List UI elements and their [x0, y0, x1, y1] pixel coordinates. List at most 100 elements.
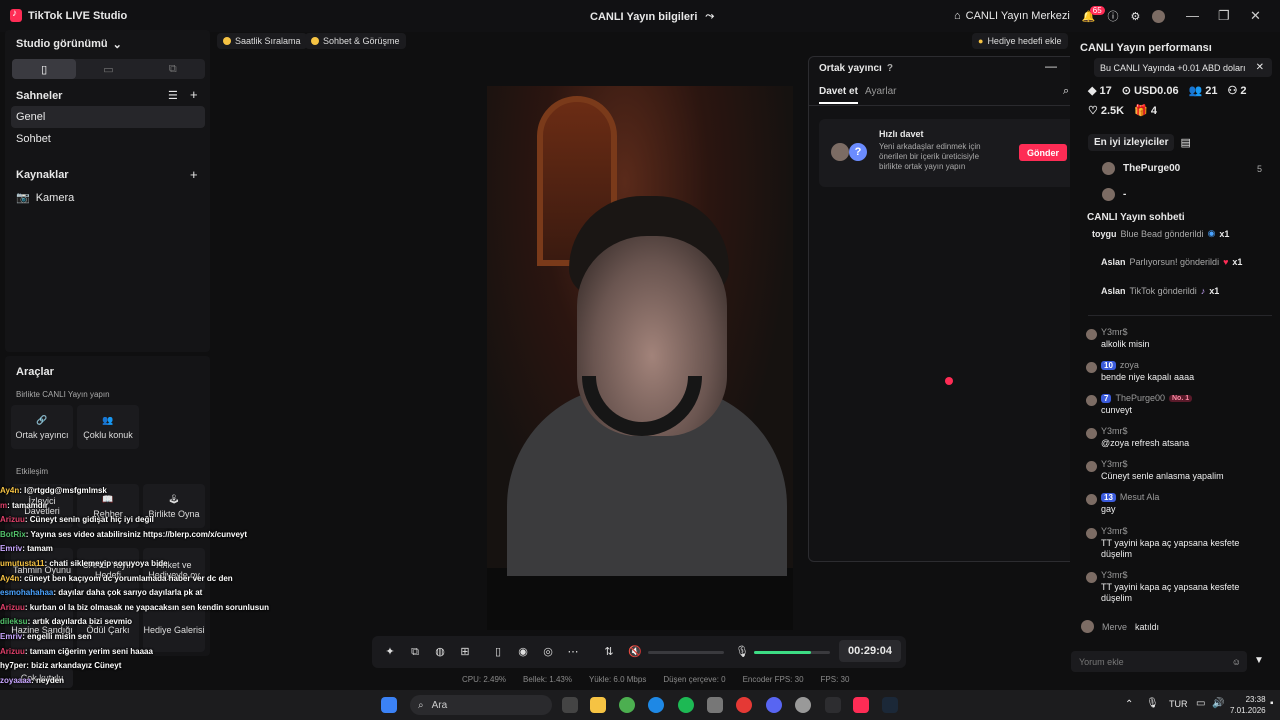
emoji-icon[interactable]: ☺ — [1232, 657, 1241, 667]
overlay-chat-user: hy7per — [0, 661, 27, 671]
opera-icon[interactable] — [736, 697, 752, 713]
studio-view-dropdown[interactable]: Studio görünümü ⌄ — [16, 38, 122, 51]
help-icon[interactable]: ? — [887, 63, 893, 74]
chat-message[interactable]: Y3mr$ TT yayini kapa aç yapsana kesfete d… — [1086, 526, 1256, 560]
live-info-button[interactable]: CANLI Yayın bilgileri ⤳ — [590, 10, 714, 23]
magic-wand-icon[interactable]: ✦ — [384, 646, 396, 658]
send-button[interactable]: Gönder — [1019, 144, 1067, 161]
effects-icon[interactable]: ⧉ — [409, 646, 421, 658]
taskbar-search[interactable]: ⌕ Ara — [410, 695, 552, 715]
speaker-volume-slider[interactable] — [648, 651, 724, 654]
gift-event: Aslan TikTok gönderildi ♪ x1 — [1101, 286, 1219, 296]
top-viewers-tab[interactable]: En iyi izleyiciler — [1088, 134, 1175, 151]
network-icon[interactable]: ▭ — [1196, 698, 1205, 709]
dropped-frames-status: Düşen çerçeve: 0 — [663, 675, 726, 684]
flame-icon — [311, 37, 319, 45]
top-viewer-row[interactable]: ThePurge00 5 — [1102, 162, 1262, 175]
gift-goal-pill[interactable]: ● Hediye hedefi ekle — [972, 33, 1068, 49]
interaction-title: Etkileşim — [16, 467, 49, 476]
avatar[interactable] — [1152, 9, 1166, 23]
help-icon[interactable]: ⓘ — [1108, 8, 1119, 24]
spotify-icon[interactable] — [678, 697, 694, 713]
microphone-icon[interactable]: 🎙 — [735, 646, 749, 658]
clock[interactable]: 23:38 7.01.2026 — [1230, 694, 1266, 716]
beauty-icon[interactable]: ◍ — [434, 646, 446, 658]
list-icon[interactable]: ☰ — [168, 89, 178, 102]
top-viewer-row[interactable]: - — [1102, 188, 1126, 201]
chat-message[interactable]: 13 Mesut Ala gay — [1086, 492, 1256, 515]
microphone-tray-icon[interactable]: 🎙 — [1146, 698, 1159, 709]
source-item-camera[interactable]: 📷 Kamera — [16, 191, 74, 205]
chrome-icon[interactable] — [619, 697, 635, 713]
add-media-icon[interactable]: ⊞ — [459, 646, 471, 658]
more-icon[interactable]: ⋯ — [567, 646, 579, 658]
steam-icon[interactable] — [882, 697, 898, 713]
scene-label: Genel — [16, 111, 46, 123]
avatar — [1086, 428, 1097, 439]
portrait-layout-button[interactable]: ▯ — [12, 59, 77, 79]
hourly-rank-pill[interactable]: Saatlik Sıralama — [217, 33, 307, 49]
chat-message[interactable]: Y3mr$ @zoya refresh atsana — [1086, 426, 1256, 449]
edge-icon[interactable] — [648, 697, 664, 713]
chevron-up-icon[interactable]: ⌃ — [1125, 699, 1133, 710]
leaderboard-icon[interactable]: ▤ — [1180, 136, 1190, 149]
scene-item-sohbet[interactable]: Sohbet — [11, 128, 205, 150]
close-icon[interactable]: ✕ — [1256, 62, 1264, 73]
audio-mixer-icon[interactable]: ⇅ — [603, 646, 615, 658]
app-icon[interactable] — [707, 697, 723, 713]
chat-message[interactable]: 10 zoya bende niye kapalı aaaa — [1086, 360, 1256, 383]
minimize-icon[interactable]: — — [1045, 59, 1057, 73]
gear-icon[interactable]: ⚙ — [1131, 10, 1141, 23]
live-together-title: Birlikte CANLI Yayın yapın — [16, 390, 110, 399]
chat-message[interactable]: Y3mr$ TT yayini kapa aç yapsana kesfete d… — [1086, 570, 1256, 604]
close-icon[interactable]: ✕ — [1250, 8, 1261, 24]
tab-invite[interactable]: Davet et — [819, 86, 858, 104]
add-scene-icon[interactable]: + — [190, 87, 198, 102]
level-badge: 7 — [1101, 393, 1112, 403]
filter-icon[interactable]: ▼ — [1254, 655, 1264, 666]
overlay-chat-user: umutusta11 — [0, 558, 45, 568]
avatar — [1086, 329, 1097, 340]
multi-guest-tool-button[interactable]: 👥 Çoklu konuk — [77, 405, 139, 449]
chat-meet-pill[interactable]: Sohbet & Görüşme — [305, 33, 406, 49]
chat-message[interactable]: 7 ThePurge00 No. 1 cunveyt — [1086, 393, 1256, 416]
speaker-muted-icon[interactable]: 🔇 — [628, 646, 642, 658]
windows-start-icon[interactable] — [381, 697, 397, 713]
task-view-icon[interactable] — [562, 697, 578, 713]
join-event: Merve katıldı — [1081, 620, 1159, 633]
overlay-chat-user: Emriv — [0, 544, 23, 554]
settings-app-icon[interactable] — [795, 697, 811, 713]
tool-label: Ortak yayıncı — [15, 429, 69, 440]
users-icon: 👥 — [102, 414, 114, 425]
search-icon[interactable]: ⌕ — [1063, 85, 1069, 98]
language-indicator[interactable]: TUR — [1169, 699, 1188, 709]
volume-icon[interactable]: 🔊 — [1212, 698, 1224, 709]
notification-center-icon[interactable]: ▪ — [1270, 698, 1274, 709]
mic-volume-slider[interactable] — [754, 651, 830, 654]
chat-message[interactable]: Y3mr$ alkolik misin — [1086, 327, 1256, 350]
camera-switch-icon[interactable]: ◎ — [542, 646, 554, 658]
gift-icon: ◉ — [1207, 228, 1216, 238]
record-icon[interactable]: ◉ — [517, 646, 529, 658]
stat-value: 17 — [1099, 84, 1112, 97]
file-explorer-icon[interactable] — [590, 697, 606, 713]
notification-button[interactable]: 🔔 65 — [1082, 5, 1105, 23]
home-icon: ⌂ — [954, 10, 961, 22]
scenes-title: Sahneler — [16, 90, 63, 102]
tiktok-studio-taskbar-icon[interactable] — [853, 697, 869, 713]
live-center-button[interactable]: ⌂ CANLI Yayın Merkezi — [954, 10, 1070, 22]
scene-item-genel[interactable]: Genel — [11, 106, 205, 128]
landscape-layout-button[interactable]: ▭ — [76, 59, 140, 79]
maximize-icon[interactable]: ❐ — [1218, 8, 1230, 24]
stat-value: 21 — [1205, 84, 1218, 97]
tab-settings[interactable]: Ayarlar — [865, 86, 897, 97]
chat-message[interactable]: Y3mr$ Cüneyt senle anlasma yapalim — [1086, 459, 1256, 482]
terminal-icon[interactable] — [825, 697, 841, 713]
minimize-icon[interactable]: — — [1186, 8, 1199, 23]
phone-icon[interactable]: ▯ — [492, 646, 504, 658]
multi-layout-button[interactable]: ⧉ — [141, 59, 205, 79]
add-source-icon[interactable]: + — [190, 167, 198, 182]
comment-input[interactable]: Yorum ekle ☺ — [1071, 651, 1247, 672]
cohost-tool-button[interactable]: 🔗 Ortak yayıncı — [11, 405, 73, 449]
discord-icon[interactable] — [766, 697, 782, 713]
